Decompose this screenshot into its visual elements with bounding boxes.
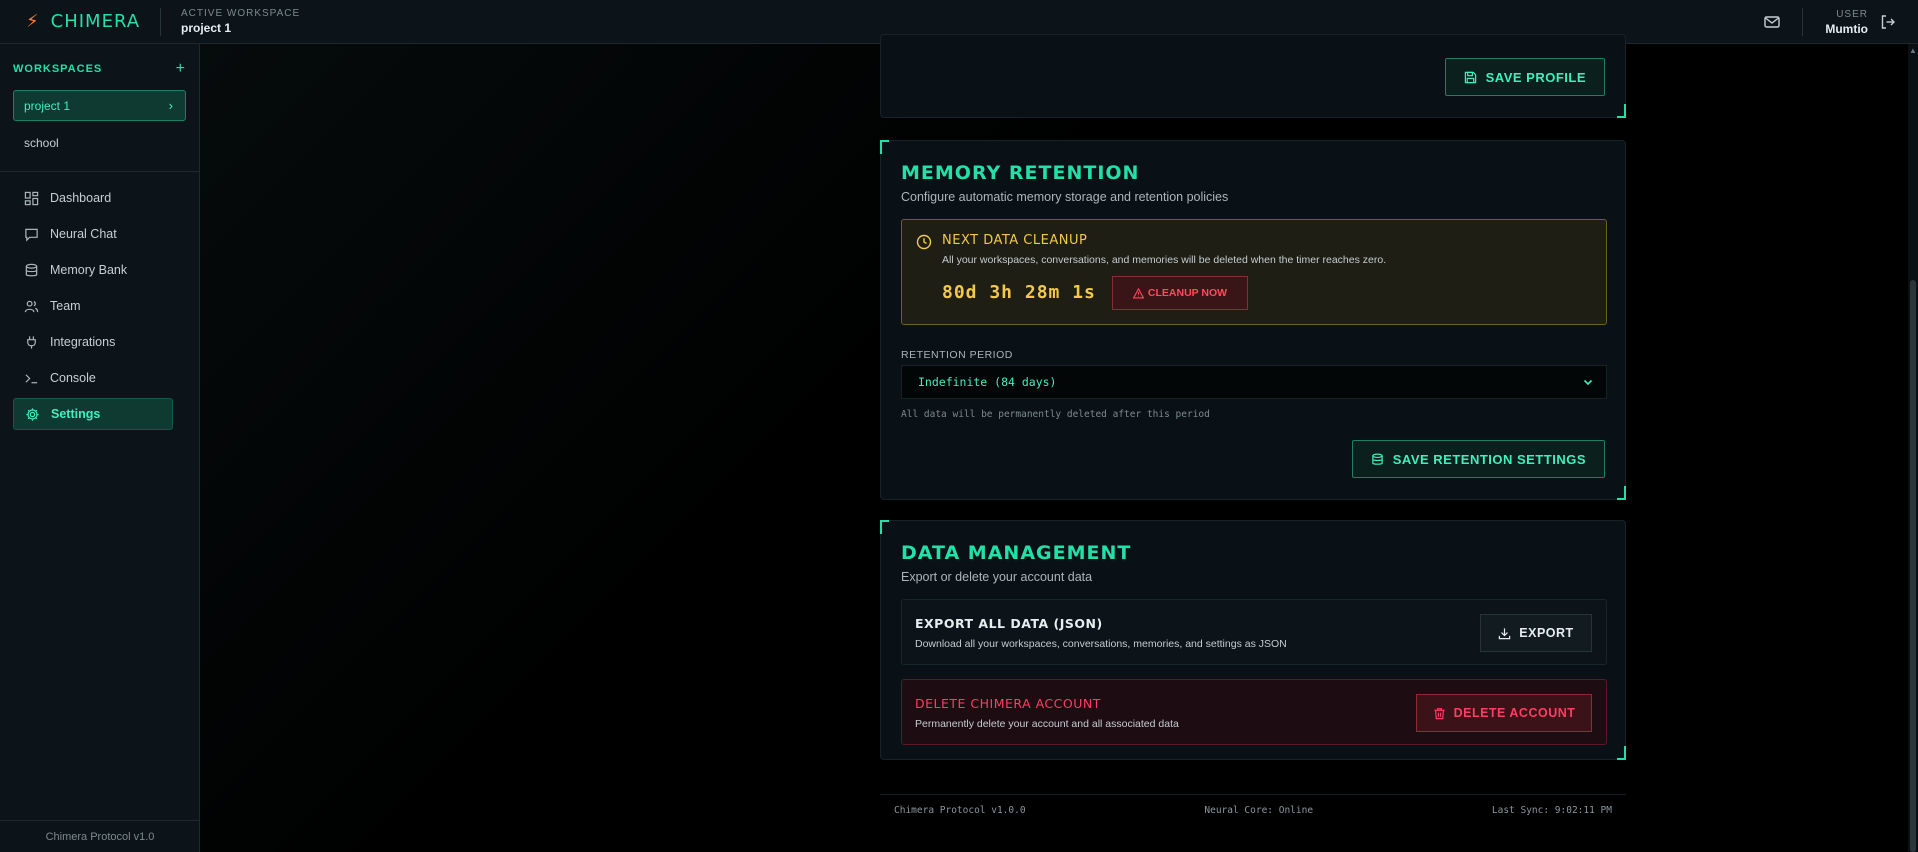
warning-icon xyxy=(1132,287,1144,298)
memory-retention-title: MEMORY RETENTION xyxy=(901,162,1140,184)
profile-card: SAVE PROFILE xyxy=(880,34,1626,118)
sidebar-item-label: Team xyxy=(50,299,81,313)
sidebar-version: Chimera Protocol v1.0 xyxy=(45,830,155,843)
card-corner xyxy=(1617,746,1626,760)
workspace-label: school xyxy=(24,136,59,150)
sidebar-item-label: Console xyxy=(50,371,96,385)
dashboard-icon xyxy=(24,191,39,205)
active-workspace-name: project 1 xyxy=(181,21,232,35)
user-name: Mumtio xyxy=(1825,21,1868,36)
save-profile-button[interactable]: SAVE PROFILE xyxy=(1444,58,1605,96)
chevron-down-icon xyxy=(1583,379,1593,386)
main-content: SAVE PROFILE MEMORY RETENTION Configure … xyxy=(200,34,1918,852)
users-icon xyxy=(24,300,39,312)
delete-account-title: DELETE CHIMERA ACCOUNT xyxy=(915,696,1101,711)
cleanup-description: All your workspaces, conversations, and … xyxy=(942,254,1387,266)
mail-icon[interactable] xyxy=(1764,16,1781,28)
sidebar-item-label: Memory Bank xyxy=(50,263,128,277)
scrollbar-thumb[interactable] xyxy=(1910,280,1916,852)
sidebar-item-label: Dashboard xyxy=(50,191,112,205)
status-neural-core: Neural Core: Online xyxy=(1204,805,1314,816)
brand[interactable]: ⚡ CHIMERA xyxy=(0,11,160,32)
plug-icon xyxy=(27,335,36,349)
delete-account-description: Permanently delete your account and all … xyxy=(915,718,1179,730)
sidebar-item-integrations[interactable]: Integrations xyxy=(13,326,173,358)
sidebar-item-neural-chat[interactable]: Neural Chat xyxy=(13,218,173,250)
chevron-right-icon: › xyxy=(168,98,173,113)
sidebar-item-label: Settings xyxy=(51,407,101,421)
workspaces-header: WORKSPACES + xyxy=(0,44,199,78)
sidebar-item-label: Neural Chat xyxy=(50,227,117,241)
database-icon xyxy=(1371,453,1383,465)
sidebar-divider xyxy=(0,171,199,172)
terminal-icon xyxy=(25,373,38,383)
sidebar-item-label: Integrations xyxy=(50,335,116,349)
export-data-title: EXPORT ALL DATA (JSON) xyxy=(915,616,1103,631)
trash-icon xyxy=(1433,707,1445,719)
status-bar: Chimera Protocol v1.0.0 Neural Core: Onl… xyxy=(880,794,1626,826)
export-data-description: Download all your workspaces, conversati… xyxy=(915,638,1287,650)
retention-period-label: RETENTION PERIOD xyxy=(901,349,1013,361)
save-retention-label: SAVE RETENTION SETTINGS xyxy=(1392,451,1586,467)
export-data-row: EXPORT ALL DATA (JSON) Download all your… xyxy=(901,599,1607,665)
card-corner xyxy=(880,140,889,154)
workspaces-title: WORKSPACES xyxy=(13,63,103,75)
sidebar-footer: Chimera Protocol v1.0 xyxy=(0,820,200,852)
data-management-title: DATA MANAGEMENT xyxy=(901,542,1132,564)
database-icon xyxy=(25,263,38,276)
sidebar-item-console[interactable]: Console xyxy=(13,362,173,394)
page-scrollbar[interactable]: ▲ xyxy=(1908,44,1918,852)
retention-period-value: Indefinite (84 days) xyxy=(918,375,1057,389)
sidebar-item-settings[interactable]: Settings xyxy=(13,398,173,430)
cleanup-panel: NEXT DATA CLEANUP All your workspaces, c… xyxy=(901,219,1607,325)
delete-account-label: DELETE ACCOUNT xyxy=(1453,706,1576,720)
cleanup-now-button[interactable]: CLEANUP NOW xyxy=(1112,276,1248,310)
active-workspace: ACTIVE WORKSPACE project 1 xyxy=(181,8,300,35)
export-button[interactable]: EXPORT xyxy=(1480,614,1592,652)
save-profile-label: SAVE PROFILE xyxy=(1485,69,1586,85)
active-workspace-caption: ACTIVE WORKSPACE xyxy=(181,8,301,19)
clock-icon xyxy=(916,234,932,250)
data-management-card: DATA MANAGEMENT Export or delete your ac… xyxy=(880,520,1626,760)
chat-icon xyxy=(25,228,38,242)
topbar-divider-right xyxy=(1802,8,1804,36)
memory-retention-card: MEMORY RETENTION Configure automatic mem… xyxy=(880,140,1626,500)
sidebar-item-team[interactable]: Team xyxy=(13,290,173,322)
cleanup-timer: 80d 3h 28m 1s xyxy=(942,282,1096,303)
export-label: EXPORT xyxy=(1519,626,1574,640)
workspace-item-project-1[interactable]: project 1 › xyxy=(13,90,186,121)
gear-icon xyxy=(26,407,39,421)
save-icon xyxy=(1464,71,1476,83)
app-name: CHIMERA xyxy=(50,11,141,32)
status-last-sync: Last Sync: 9:02:11 PM xyxy=(1491,805,1612,816)
add-workspace-icon[interactable]: + xyxy=(176,60,185,78)
delete-account-button[interactable]: DELETE ACCOUNT xyxy=(1416,694,1592,732)
delete-account-row: DELETE CHIMERA ACCOUNT Permanently delet… xyxy=(901,679,1607,745)
card-corner xyxy=(1617,486,1626,500)
status-version: Chimera Protocol v1.0.0 xyxy=(894,805,1026,816)
user-caption: USER xyxy=(1836,8,1868,20)
cleanup-now-label: CLEANUP NOW xyxy=(1147,287,1228,299)
retention-period-hint: All data will be permanently deleted aft… xyxy=(901,409,1210,420)
sidebar-item-memory-bank[interactable]: Memory Bank xyxy=(13,254,173,286)
card-corner xyxy=(1617,104,1626,118)
memory-retention-subtitle: Configure automatic memory storage and r… xyxy=(901,190,1229,204)
data-management-subtitle: Export or delete your account data xyxy=(901,570,1093,584)
retention-period-select[interactable]: Indefinite (84 days) xyxy=(901,365,1607,399)
workspace-item-school[interactable]: school xyxy=(13,129,186,157)
logout-icon[interactable] xyxy=(1880,14,1896,30)
topbar-divider xyxy=(160,7,161,36)
bolt-logo-icon: ⚡ xyxy=(26,11,39,31)
download-icon xyxy=(1499,627,1511,639)
user-info: USER Mumtio xyxy=(1825,9,1868,36)
scroll-up-icon[interactable]: ▲ xyxy=(1909,46,1917,55)
card-corner xyxy=(880,520,889,534)
workspace-label: project 1 xyxy=(24,98,71,113)
sidebar: WORKSPACES + project 1 › school Dashboar… xyxy=(0,44,200,852)
sidebar-item-dashboard[interactable]: Dashboard xyxy=(13,182,173,214)
save-retention-button[interactable]: SAVE RETENTION SETTINGS xyxy=(1351,440,1605,478)
cleanup-title: NEXT DATA CLEANUP xyxy=(942,233,1088,248)
